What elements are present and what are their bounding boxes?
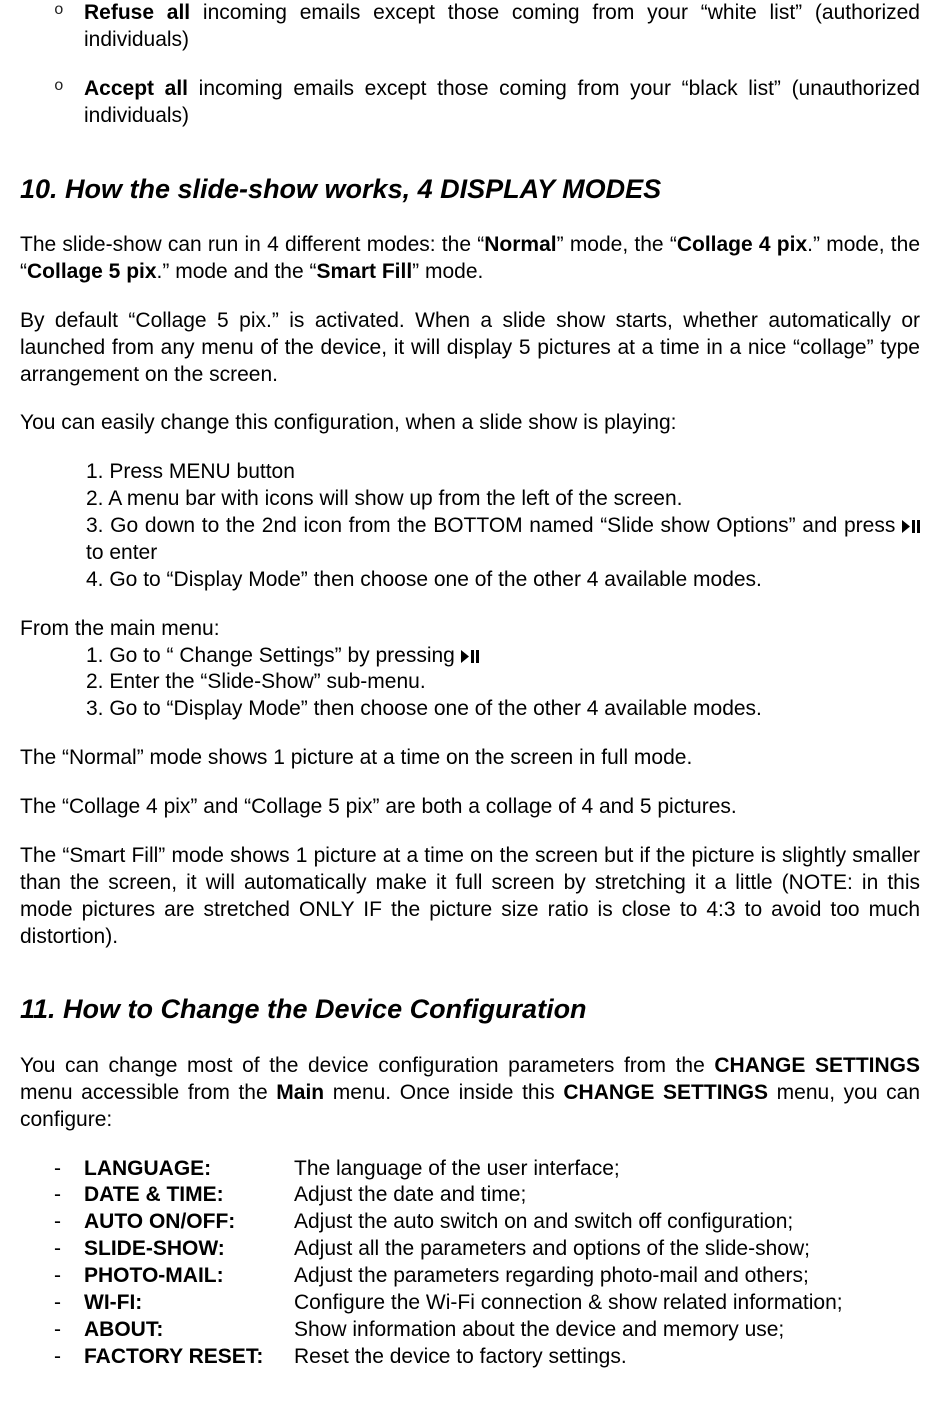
bold-term: CHANGE SETTINGS: [563, 1081, 768, 1104]
bold-term: Collage 5 pix: [27, 260, 157, 283]
bold-term: Normal: [484, 233, 556, 256]
setting-label: AUTO ON/OFF:: [84, 1209, 294, 1236]
setting-label: ABOUT:: [84, 1317, 294, 1344]
list-item: Accept all incoming emails except those …: [54, 76, 920, 130]
text: You can change most of the device config…: [20, 1054, 714, 1077]
list-item: FACTORY RESET:Reset the device to factor…: [54, 1344, 920, 1371]
section-11-heading: 11. How to Change the Device Configurati…: [20, 992, 920, 1027]
bold-term: Collage 4 pix: [677, 233, 807, 256]
setting-desc: Configure the Wi-Fi connection & show re…: [294, 1290, 920, 1317]
setting-desc: Adjust all the parameters and options of…: [294, 1236, 920, 1263]
setting-desc: The language of the user interface;: [294, 1156, 920, 1183]
step-item: 3. Go to “Display Mode” then choose one …: [86, 696, 920, 723]
paragraph: The “Collage 4 pix” and “Collage 5 pix” …: [20, 794, 920, 821]
step-item: 2. A menu bar with icons will show up fr…: [86, 486, 920, 513]
settings-list: LANGUAGE:The language of the user interf…: [20, 1156, 920, 1371]
paragraph: The slide-show can run in 4 different mo…: [20, 232, 920, 286]
step-item: 1. Press MENU button: [86, 459, 920, 486]
item-text: incoming emails except those coming from…: [84, 1, 920, 51]
item-text: incoming emails except those coming from…: [84, 77, 920, 127]
step-item: 4. Go to “Display Mode” then choose one …: [86, 567, 920, 594]
bold-term: Refuse all: [84, 1, 190, 24]
text: 1. Go to “ Change Settings” by pressing: [86, 644, 461, 667]
paragraph: By default “Collage 5 pix.” is activated…: [20, 308, 920, 389]
bold-term: Accept all: [84, 77, 188, 100]
step-item: 1. Go to “ Change Settings” by pressing: [86, 643, 920, 670]
text: menu. Once inside this: [324, 1081, 563, 1104]
step-item: 3. Go down to the 2nd icon from the BOTT…: [86, 513, 920, 567]
paragraph: The “Normal” mode shows 1 picture at a t…: [20, 745, 920, 772]
list-item: PHOTO-MAIL:Adjust the parameters regardi…: [54, 1263, 920, 1290]
list-item: LANGUAGE:The language of the user interf…: [54, 1156, 920, 1183]
page: Refuse all incoming emails except those …: [0, 0, 940, 1423]
text: ” mode, the “: [557, 233, 677, 256]
steps-list-b: 1. Go to “ Change Settings” by pressing …: [20, 643, 920, 724]
step-item: 2. Enter the “Slide-Show” sub-menu.: [86, 669, 920, 696]
paragraph: You can easily change this configuration…: [20, 410, 920, 437]
text: 3. Go down to the 2nd icon from the BOTT…: [86, 514, 902, 537]
setting-desc: Adjust the date and time;: [294, 1182, 920, 1209]
setting-desc: Adjust the parameters regarding photo-ma…: [294, 1263, 920, 1290]
setting-desc: Adjust the auto switch on and switch off…: [294, 1209, 920, 1236]
steps-list-a: 1. Press MENU button 2. A menu bar with …: [20, 459, 920, 593]
list-item: WI-FI:Configure the Wi-Fi connection & s…: [54, 1290, 920, 1317]
text: ” mode.: [412, 260, 483, 283]
play-pause-icon: [902, 514, 920, 537]
setting-label: FACTORY RESET:: [84, 1344, 294, 1371]
list-item: DATE & TIME:Adjust the date and time;: [54, 1182, 920, 1209]
setting-label: LANGUAGE:: [84, 1156, 294, 1183]
paragraph: You can change most of the device config…: [20, 1053, 920, 1134]
setting-label: WI-FI:: [84, 1290, 294, 1317]
list-item: Refuse all incoming emails except those …: [54, 0, 920, 54]
list-item: ABOUT:Show information about the device …: [54, 1317, 920, 1344]
setting-desc: Show information about the device and me…: [294, 1317, 920, 1344]
list-item: SLIDE-SHOW:Adjust all the parameters and…: [54, 1236, 920, 1263]
setting-label: DATE & TIME:: [84, 1182, 294, 1209]
bold-term: CHANGE SETTINGS: [714, 1054, 920, 1077]
setting-label: PHOTO-MAIL:: [84, 1263, 294, 1290]
text: The slide-show can run in 4 different mo…: [20, 233, 484, 256]
setting-label: SLIDE-SHOW:: [84, 1236, 294, 1263]
text: menu accessible from the: [20, 1081, 276, 1104]
text: .” mode and the “: [157, 260, 317, 283]
setting-desc: Reset the device to factory settings.: [294, 1344, 920, 1371]
bold-term: Smart Fill: [316, 260, 412, 283]
play-pause-icon: [461, 644, 479, 667]
text: to enter: [86, 541, 157, 564]
intro-bullet-list: Refuse all incoming emails except those …: [20, 0, 920, 130]
bold-term: Main: [276, 1081, 324, 1104]
paragraph: From the main menu:: [20, 616, 920, 643]
section-10-heading: 10. How the slide-show works, 4 DISPLAY …: [20, 172, 920, 207]
paragraph: The “Smart Fill” mode shows 1 picture at…: [20, 843, 920, 951]
list-item: AUTO ON/OFF:Adjust the auto switch on an…: [54, 1209, 920, 1236]
